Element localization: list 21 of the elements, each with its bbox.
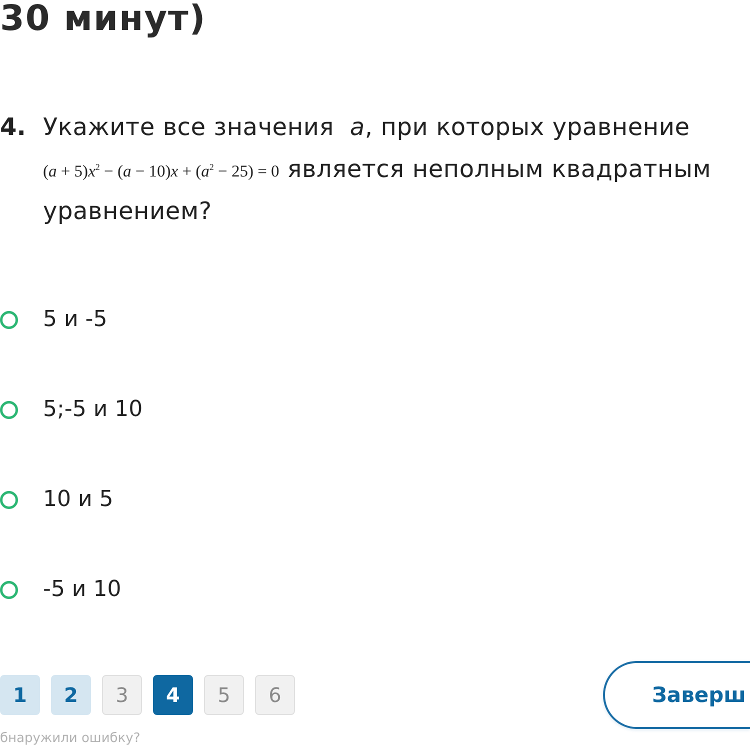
question-text: уравнением? (43, 196, 212, 226)
page-button[interactable]: 1 (0, 675, 40, 715)
option-label: -5 и 10 (43, 576, 122, 604)
page-button[interactable]: 6 (255, 675, 295, 715)
page-button[interactable]: 3 (102, 675, 142, 715)
radio-button[interactable] (0, 311, 18, 329)
radio-button[interactable] (0, 401, 18, 419)
page-button[interactable]: 2 (51, 675, 91, 715)
option-label: 5;-5 и 10 (43, 396, 143, 424)
option-label: 10 и 5 (43, 486, 114, 514)
radio-button[interactable] (0, 491, 18, 509)
radio-button[interactable] (0, 581, 18, 599)
question-number: 4. (0, 112, 26, 143)
page-title: 30 минут) (0, 0, 206, 37)
question-text: Укажите все значения a, при которых уравнение (43, 112, 690, 142)
page-button[interactable]: 5 (204, 675, 244, 715)
finish-button[interactable]: Заверш (603, 661, 750, 729)
equation: (a + 5)x$^{2}$ − (a − 10)x + (a$^{2}$ − 25) = 0 (43, 160, 280, 182)
option-label: 5 и -5 (43, 306, 108, 334)
page-button[interactable]: 4 (153, 675, 193, 715)
question-text: является неполным квадратным (287, 154, 712, 184)
